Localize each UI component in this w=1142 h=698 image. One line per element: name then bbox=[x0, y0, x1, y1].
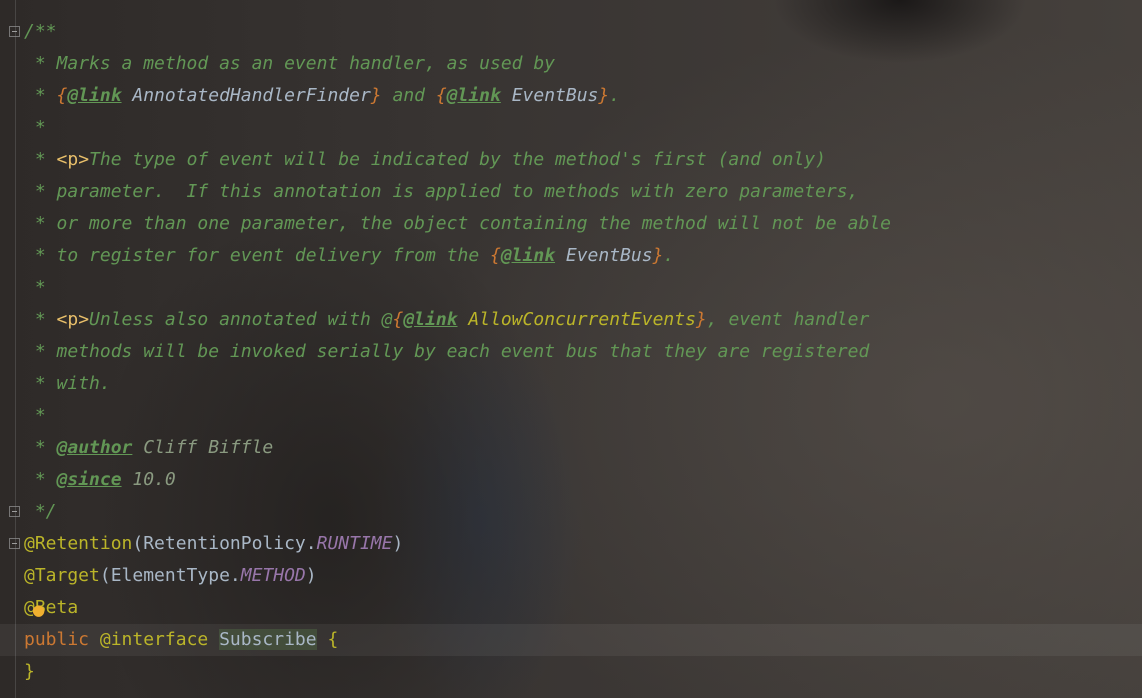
doc-html-tag: <p> bbox=[56, 149, 90, 170]
current-code-line[interactable]: public @interface Subscribe { bbox=[0, 624, 1142, 656]
doc-link-ref[interactable]: EventBus bbox=[555, 245, 653, 266]
doc-star: * bbox=[24, 149, 57, 170]
paren: ) bbox=[305, 565, 317, 586]
doc-author-value: Cliff Biffle bbox=[132, 437, 274, 458]
code-line[interactable]: /** bbox=[24, 16, 1142, 48]
doc-star: * bbox=[24, 245, 57, 266]
doc-text: , event handler bbox=[706, 309, 870, 330]
doc-text: to register for event delivery from the bbox=[56, 245, 490, 266]
doc-star: * bbox=[24, 85, 57, 106]
code-line[interactable]: * methods will be invoked serially by ea… bbox=[24, 336, 1142, 368]
doc-text: Marks a method as an event handler, as u… bbox=[56, 53, 556, 74]
doc-brace: } bbox=[695, 309, 707, 330]
code-line[interactable]: * bbox=[24, 272, 1142, 304]
code-line[interactable]: * Marks a method as an event handler, as… bbox=[24, 48, 1142, 80]
doc-star: * bbox=[24, 213, 57, 234]
doc-brace: { bbox=[392, 309, 404, 330]
code-line[interactable]: * <p>The type of event will be indicated… bbox=[24, 144, 1142, 176]
fold-marker-icon[interactable] bbox=[9, 538, 20, 549]
code-line[interactable]: @Retention(RetentionPolicy.RUNTIME) bbox=[24, 528, 1142, 560]
class-ref[interactable]: ElementType. bbox=[111, 565, 241, 586]
code-line[interactable]: * @author Cliff Biffle bbox=[24, 432, 1142, 464]
doc-text: The type of event will be indicated by t… bbox=[89, 149, 826, 170]
doc-text: . bbox=[609, 85, 621, 106]
doc-since-tag: @since bbox=[56, 469, 122, 490]
doc-text: parameter. If this annotation is applied… bbox=[56, 181, 859, 202]
doc-brace: } bbox=[598, 85, 610, 106]
doc-author-tag: @author bbox=[56, 437, 133, 458]
keyword: public bbox=[24, 629, 90, 650]
doc-link-tag[interactable]: @link bbox=[403, 309, 457, 330]
code-line[interactable]: * to register for event delivery from th… bbox=[24, 240, 1142, 272]
fold-marker-icon[interactable] bbox=[9, 506, 20, 517]
doc-star: * bbox=[24, 181, 57, 202]
fold-marker-icon[interactable] bbox=[9, 26, 20, 37]
code-editor[interactable]: /** * Marks a method as an event handler… bbox=[0, 0, 1142, 698]
code-line[interactable]: * {@link AnnotatedHandlerFinder} and {@l… bbox=[24, 80, 1142, 112]
doc-text: . bbox=[663, 245, 675, 266]
enum-constant[interactable]: METHOD bbox=[241, 565, 306, 586]
code-area[interactable]: /** * Marks a method as an event handler… bbox=[0, 16, 1142, 688]
class-ref[interactable]: RetentionPolicy. bbox=[143, 533, 316, 554]
doc-star: * bbox=[24, 53, 57, 74]
doc-html-tag: <p> bbox=[56, 309, 90, 330]
doc-star: * bbox=[24, 117, 46, 138]
code-line[interactable]: * or more than one parameter, the object… bbox=[24, 208, 1142, 240]
doc-link-ref[interactable]: AllowConcurrentEvents bbox=[458, 309, 696, 330]
doc-since-value: 10.0 bbox=[121, 469, 176, 490]
doc-star: * bbox=[24, 341, 57, 362]
code-line[interactable]: * bbox=[24, 112, 1142, 144]
doc-star: * bbox=[24, 469, 57, 490]
code-line[interactable]: @Beta bbox=[24, 592, 1142, 624]
enum-constant[interactable]: RUNTIME bbox=[317, 533, 393, 554]
editor-gutter bbox=[0, 0, 20, 698]
code-line[interactable]: */ bbox=[24, 496, 1142, 528]
doc-brace: { bbox=[435, 85, 447, 106]
doc-text: and bbox=[381, 85, 436, 106]
doc-link-tag[interactable]: @link bbox=[67, 85, 121, 106]
doc-link-ref[interactable]: EventBus bbox=[501, 85, 599, 106]
doc-brace: { bbox=[490, 245, 501, 266]
doc-link-ref[interactable]: AnnotatedHandlerFinder bbox=[122, 85, 370, 106]
code-line[interactable]: * with. bbox=[24, 368, 1142, 400]
doc-star: * bbox=[24, 437, 57, 458]
code-line[interactable]: * bbox=[24, 400, 1142, 432]
doc-star: * bbox=[24, 405, 46, 426]
gutter-divider bbox=[15, 0, 16, 698]
doc-brace: { bbox=[56, 85, 68, 106]
brace: { bbox=[316, 629, 339, 650]
doc-star: * bbox=[24, 373, 57, 394]
doc-text: or more than one parameter, the object c… bbox=[56, 213, 891, 234]
doc-comment-close: */ bbox=[24, 501, 57, 522]
doc-link-tag[interactable]: @link bbox=[447, 85, 501, 106]
paren: ) bbox=[392, 533, 404, 554]
code-line[interactable]: * <p>Unless also annotated with @{@link … bbox=[24, 304, 1142, 336]
doc-brace: } bbox=[370, 85, 382, 106]
lightbulb-icon[interactable]: ● bbox=[32, 601, 46, 619]
doc-star: * bbox=[24, 277, 46, 298]
class-declaration-name[interactable]: Subscribe bbox=[219, 629, 317, 650]
annotation[interactable]: @Target bbox=[24, 565, 100, 586]
doc-text: Unless also annotated with @ bbox=[89, 309, 393, 330]
doc-text: with. bbox=[56, 373, 111, 394]
code-line[interactable]: * @since 10.0 bbox=[24, 464, 1142, 496]
keyword-interface: @interface bbox=[89, 629, 220, 650]
doc-link-tag[interactable]: @link bbox=[501, 245, 555, 266]
brace: } bbox=[24, 661, 35, 682]
annotation[interactable]: @Retention bbox=[24, 533, 132, 554]
doc-star: * bbox=[24, 309, 57, 330]
code-line[interactable]: } bbox=[24, 656, 1142, 688]
code-line[interactable]: @Target(ElementType.METHOD) bbox=[24, 560, 1142, 592]
doc-text: methods will be invoked serially by each… bbox=[56, 341, 870, 362]
code-line[interactable]: * parameter. If this annotation is appli… bbox=[24, 176, 1142, 208]
paren: ( bbox=[132, 533, 144, 554]
doc-comment-open: /** bbox=[24, 21, 57, 42]
doc-brace: } bbox=[652, 245, 664, 266]
paren: ( bbox=[99, 565, 111, 586]
